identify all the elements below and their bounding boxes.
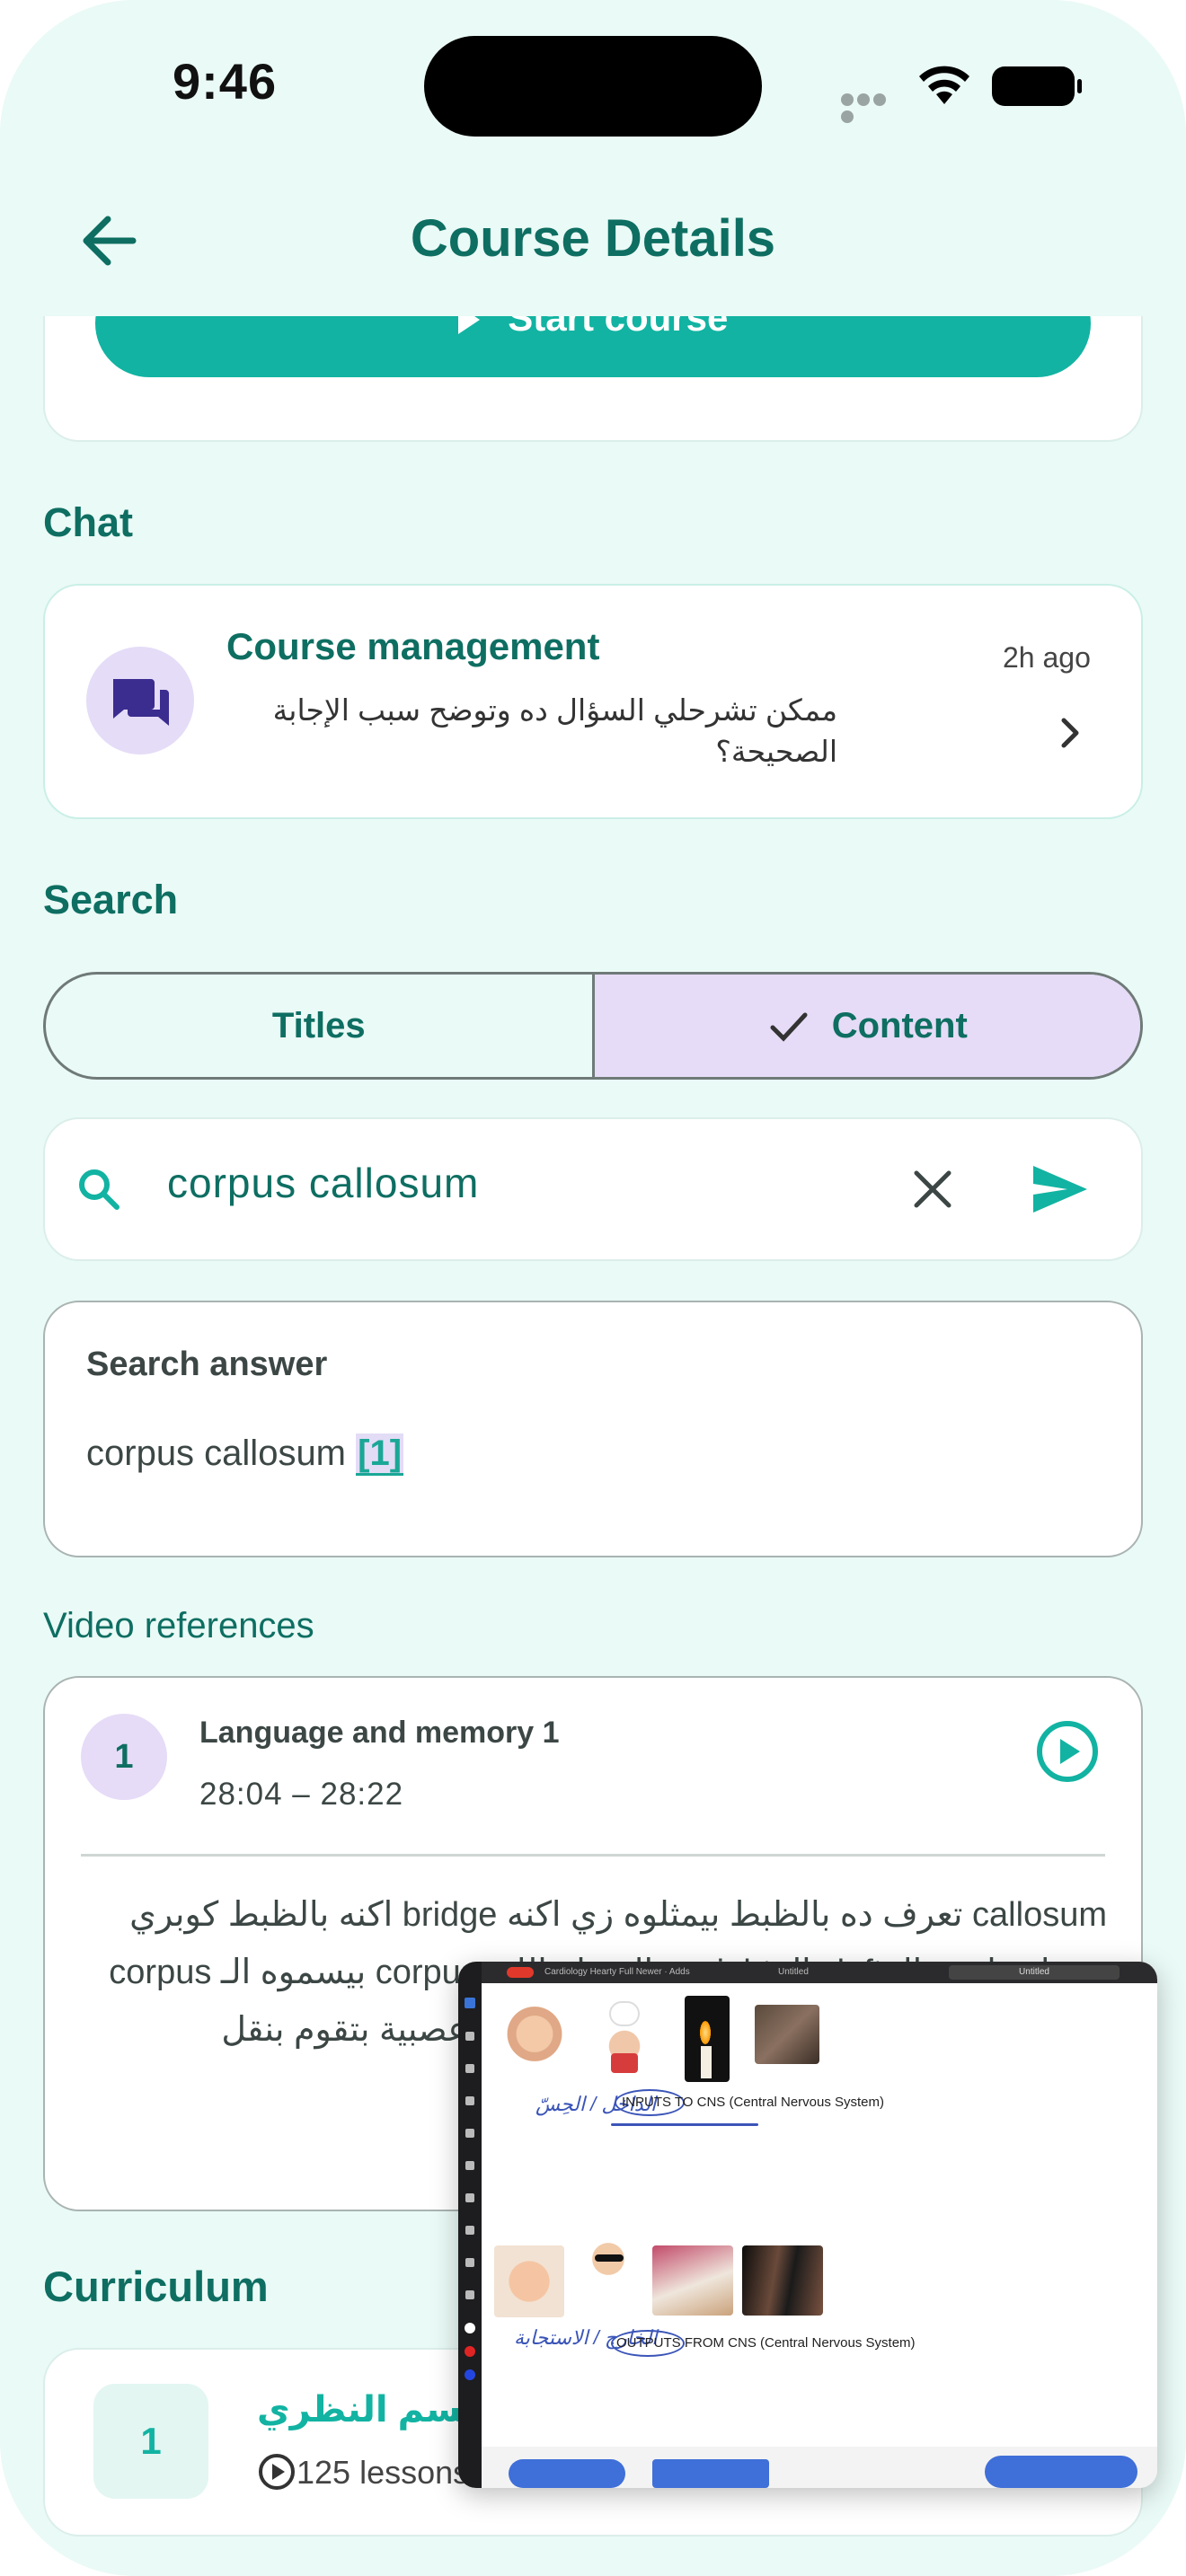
play-circle-icon[interactable]	[1035, 1719, 1100, 1784]
search-answer-card	[43, 1301, 1143, 1557]
boxers-image	[742, 2245, 823, 2316]
curriculum-section-title: Curriculum	[43, 2263, 269, 2310]
underline-stroke	[611, 2123, 758, 2126]
search-mode-toggle: Titles Content	[43, 972, 1143, 1080]
reference-number-badge: 1	[81, 1714, 167, 1800]
chat-last-message: ممكن تشرحلي السؤال ده وتوضح سبب الإجابة …	[272, 693, 837, 768]
crying-baby-image	[494, 2245, 564, 2317]
chat-avatar	[86, 647, 194, 754]
citation-link[interactable]: [1]	[356, 1434, 404, 1476]
chat-section-title: Chat	[43, 499, 133, 545]
pip-tab-3: Untitled	[949, 1965, 1120, 1980]
search-icon	[79, 1169, 119, 1210]
chat-sender-name: Course management	[226, 625, 600, 667]
chat-timestamp: 2h ago	[1003, 641, 1091, 674]
pip-record-dot	[507, 1967, 534, 1978]
inputs-label: INPUTS TO CNS (Central Nervous System)	[622, 2095, 885, 2110]
tab-content-label: Content	[831, 1005, 968, 1045]
status-time: 9:46	[173, 53, 278, 110]
reference-title: Language and memory 1	[199, 1716, 560, 1750]
send-icon[interactable]	[1031, 1164, 1089, 1214]
tab-content[interactable]: Content	[591, 975, 1140, 1077]
pip-tab-2: Untitled	[778, 1967, 809, 1977]
signal-dots-icon	[841, 93, 900, 123]
app-screen: Start course 9:46 Course Details Chat Co…	[0, 0, 1186, 2576]
wifi-icon	[919, 66, 969, 104]
curriculum-lesson-count: 125 lessons	[296, 2454, 470, 2491]
search-query[interactable]: corpus callosum	[167, 1159, 479, 1207]
clear-icon[interactable]	[913, 1169, 952, 1209]
play-circle-small-icon	[259, 2454, 295, 2490]
picture-in-picture-video[interactable]: Cardiology Hearty Full Newer · Adds Unti…	[458, 1962, 1157, 2488]
hand-touch-image	[755, 2005, 819, 2064]
video-references-title: Video references	[43, 1606, 314, 1645]
tab-titles-label: Titles	[271, 1005, 366, 1045]
baby-chef-image	[584, 1998, 665, 2078]
reference-time-range: 28:04 – 28:22	[199, 1777, 404, 1812]
candle-image	[685, 1996, 730, 2082]
pip-tab-bar: Cardiology Hearty Full Newer · Adds Unti…	[482, 1962, 1157, 1983]
search-answer-title: Search answer	[86, 1345, 328, 1383]
battery-icon	[992, 66, 1082, 106]
outputs-label: OUTPUTS FROM CNS (Central Nervous System…	[616, 2335, 916, 2351]
search-answer-text: corpus callosum	[86, 1434, 347, 1473]
drawing-toolbar	[458, 1962, 482, 2488]
forum-icon	[113, 679, 169, 726]
divider	[81, 1854, 1105, 1857]
chevron-right-icon	[1061, 718, 1079, 748]
dynamic-island	[424, 36, 762, 137]
search-section-title: Search	[43, 877, 179, 922]
baby-sunglasses-image	[573, 2238, 643, 2321]
search-answer-body: corpus callosum [1]	[86, 1434, 404, 1476]
page-title: Course Details	[410, 209, 776, 268]
tab-titles[interactable]: Titles	[46, 975, 592, 1077]
check-icon	[770, 1012, 808, 1042]
writing-hand-image	[652, 2245, 733, 2316]
baby-headphones-image	[494, 1998, 575, 2078]
pip-tab-1: Cardiology Hearty Full Newer · Adds	[544, 1967, 690, 1977]
curriculum-number-badge: 1	[93, 2384, 208, 2499]
pip-bottom-bar	[482, 2447, 1157, 2488]
